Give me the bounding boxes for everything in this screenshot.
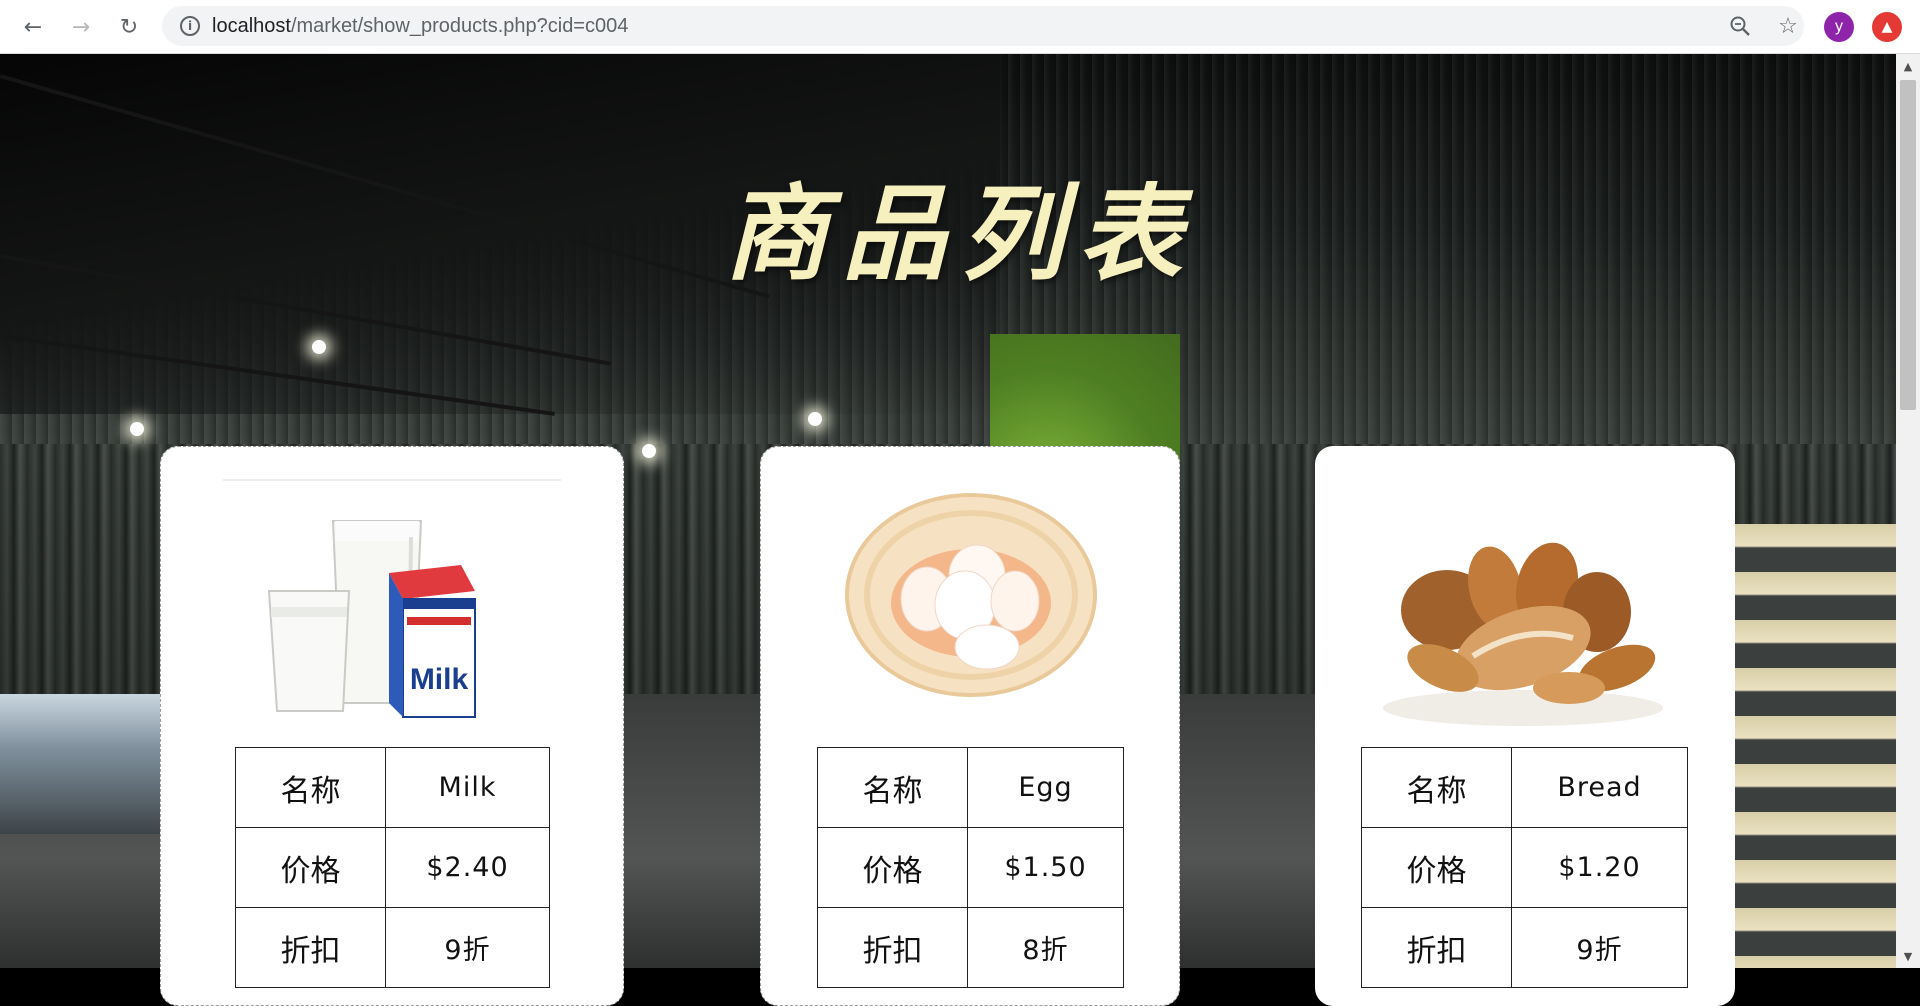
ceiling-light	[642, 444, 656, 458]
url-text[interactable]: localhost/market/show_products.php?cid=c…	[212, 15, 628, 38]
zoom-icon[interactable]	[1728, 14, 1752, 38]
product-name: Milk	[385, 747, 550, 828]
product-card: 名称 Egg 价格 $1.50 折扣 8折	[760, 446, 1180, 1006]
browser-toolbar: ← → ↻ i localhost/market/show_products.p…	[0, 0, 1920, 54]
ceiling-light	[808, 412, 822, 426]
product-discount: 9折	[1511, 907, 1688, 988]
scroll-up-icon[interactable]: ▲	[1896, 54, 1920, 78]
ceiling-light	[130, 422, 144, 436]
profile-initial: y	[1835, 18, 1843, 35]
product-name: Egg	[967, 747, 1124, 828]
bookmark-star-icon[interactable]: ☆	[1776, 14, 1800, 39]
discount-label: 折扣	[817, 907, 968, 988]
scroll-thumb[interactable]	[1900, 80, 1916, 410]
product-name: Bread	[1511, 747, 1688, 828]
table-row: 名称 Bread	[1361, 747, 1688, 828]
product-price: $1.50	[967, 827, 1124, 908]
product-card: 名称 Bread 价格 $1.20 折扣 9折	[1315, 446, 1735, 1006]
name-label: 名称	[235, 747, 386, 828]
product-price: $2.40	[385, 827, 550, 908]
egg-image	[845, 493, 1097, 697]
fridge-counter	[0, 694, 165, 834]
forward-arrow-icon[interactable]: →	[64, 10, 98, 44]
reload-icon[interactable]: ↻	[112, 10, 146, 44]
svg-text:Milk: Milk	[410, 663, 469, 696]
discount-label: 折扣	[1361, 907, 1512, 988]
update-icon[interactable]: ▲	[1872, 12, 1902, 42]
name-label: 名称	[817, 747, 968, 828]
table-row: 折扣 8折	[817, 907, 1124, 988]
bread-image	[1383, 542, 1663, 726]
price-label: 价格	[817, 827, 968, 908]
address-bar[interactable]: i localhost/market/show_products.php?cid…	[162, 6, 1804, 46]
table-row: 价格 $2.40	[235, 827, 550, 908]
site-info-icon[interactable]: i	[180, 16, 200, 36]
scroll-down-icon[interactable]: ▼	[1896, 944, 1920, 968]
product-shelves	[1734, 524, 1896, 968]
ceiling-light	[312, 340, 326, 354]
product-discount: 9折	[385, 907, 550, 988]
table-row: 折扣 9折	[1361, 907, 1688, 988]
table-row: 价格 $1.20	[1361, 827, 1688, 908]
page-title: 商品列表	[723, 172, 1196, 295]
product-info-table: 名称 Milk 价格 $2.40 折扣 9折	[235, 747, 550, 988]
url-path: /market/show_products.php?cid=c004	[290, 14, 629, 37]
url-host: localhost	[212, 14, 291, 37]
table-row: 折扣 9折	[235, 907, 550, 988]
table-row: 价格 $1.50	[817, 827, 1124, 908]
product-info-table: 名称 Egg 价格 $1.50 折扣 8折	[817, 747, 1124, 988]
discount-label: 折扣	[235, 907, 386, 988]
name-label: 名称	[1361, 747, 1512, 828]
table-row: 名称 Egg	[817, 747, 1124, 828]
price-label: 价格	[1361, 827, 1512, 908]
milk-image: Milk	[267, 520, 476, 718]
back-arrow-icon[interactable]: ←	[16, 10, 50, 44]
product-card: Milk 名称 Milk 价格 $2.40 折扣 9折	[160, 446, 624, 1006]
price-label: 价格	[235, 827, 386, 908]
product-discount: 8折	[967, 907, 1124, 988]
vertical-scrollbar[interactable]: ▲ ▼	[1896, 54, 1920, 968]
product-price: $1.20	[1511, 827, 1688, 908]
profile-avatar[interactable]: y	[1824, 12, 1854, 42]
product-info-table: 名称 Bread 价格 $1.20 折扣 9折	[1361, 747, 1688, 988]
table-row: 名称 Milk	[235, 747, 550, 828]
card-divider	[223, 479, 561, 481]
